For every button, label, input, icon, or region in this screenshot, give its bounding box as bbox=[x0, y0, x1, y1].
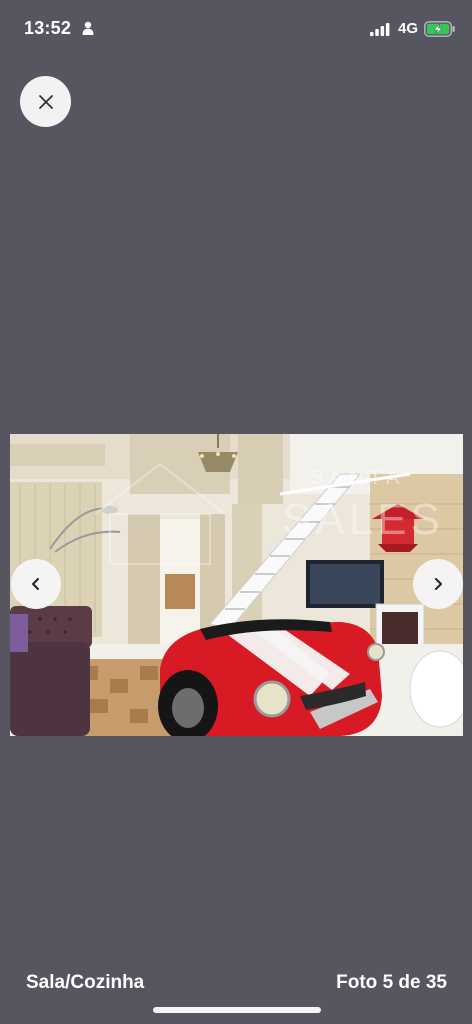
network-type: 4G bbox=[398, 20, 419, 37]
chevron-right-icon bbox=[435, 578, 442, 590]
close-icon bbox=[38, 94, 53, 109]
listing-photo[interactable]: SANTA SALES bbox=[10, 434, 463, 736]
close-button[interactable] bbox=[20, 76, 71, 127]
person-icon bbox=[82, 21, 94, 35]
chevron-left-icon bbox=[32, 578, 39, 590]
next-photo-button[interactable] bbox=[413, 559, 463, 609]
watermark-top: SANTA bbox=[310, 467, 405, 489]
photo-caption: Sala/Cozinha bbox=[26, 972, 145, 993]
watermark-bottom: SALES bbox=[282, 495, 444, 544]
photo-counter: Foto 5 de 35 bbox=[336, 972, 447, 993]
photo-illustration: SANTA SALES bbox=[10, 434, 463, 736]
home-indicator[interactable] bbox=[153, 1007, 321, 1013]
battery-charging-icon bbox=[424, 21, 455, 37]
status-bar: 13:52 4G bbox=[0, 0, 472, 60]
signal-icon bbox=[370, 23, 390, 36]
previous-photo-button[interactable] bbox=[11, 559, 61, 609]
status-time: 13:52 bbox=[24, 18, 72, 38]
